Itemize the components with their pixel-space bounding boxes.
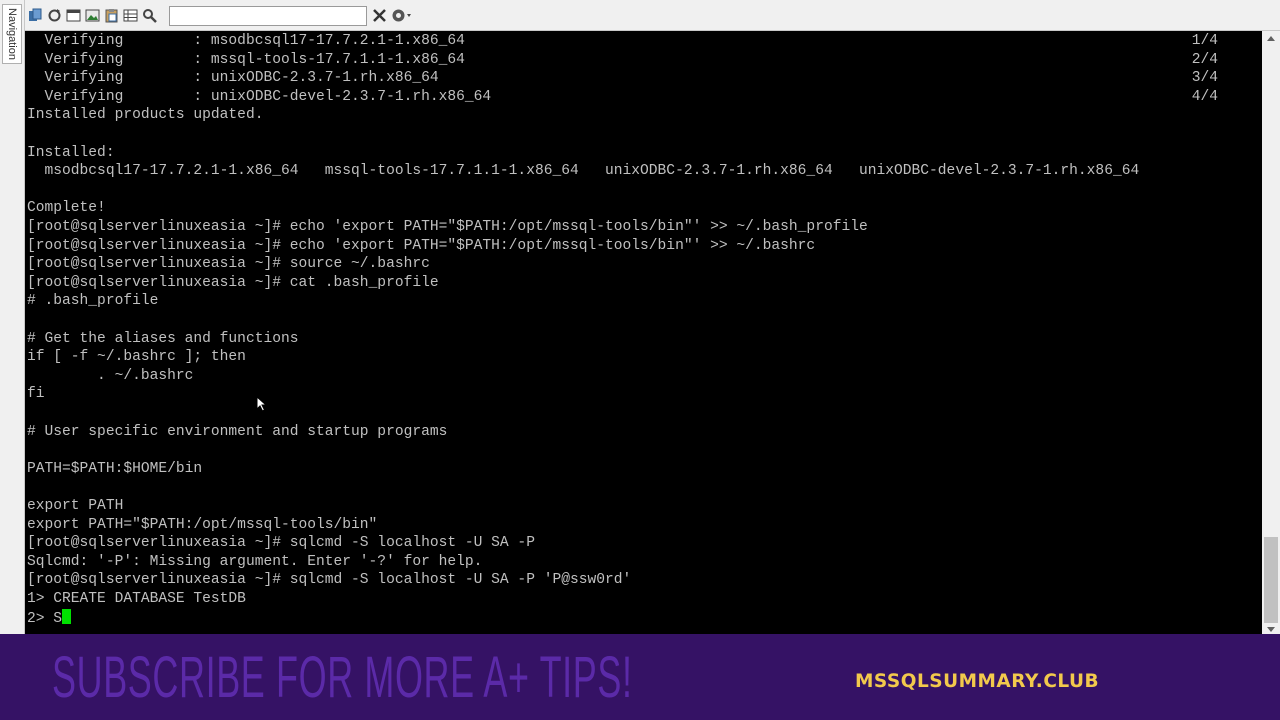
terminal-line: . ~/.bashrc [27, 367, 194, 384]
terminal-line: if [ -f ~/.bashrc ]; then [27, 349, 246, 366]
terminal-line: msodbcsql17-17.7.2.1-1.x86_64 mssql-tool… [27, 163, 1140, 180]
terminal-line: [root@sqlserverlinuxeasia ~]# sqlcmd -S … [27, 535, 535, 552]
refresh-icon[interactable] [46, 7, 63, 24]
copy-icon[interactable] [27, 7, 44, 24]
promo-banner: SUBSCRIBE FOR MORE A+ TIPS! MSSQLSUMMARY… [0, 634, 1280, 720]
terminal-line: Verifying : msodbcsql17-17.7.2.1-1.x86_6… [27, 33, 1219, 49]
scroll-up-icon[interactable] [1267, 36, 1275, 41]
grid-icon[interactable] [122, 7, 139, 24]
search-icon[interactable] [141, 7, 158, 24]
terminal-line: [root@sqlserverlinuxeasia ~]# echo 'expo… [27, 237, 816, 254]
subscribe-text: SUBSCRIBE FOR MORE A+ TIPS! [52, 645, 633, 710]
site-url-text: MSSQLSUMMARY.CLUB [855, 671, 1100, 692]
text-cursor [62, 608, 72, 624]
terminal-line: export PATH [27, 498, 124, 514]
toolbar [0, 0, 1280, 31]
open-window-icon[interactable] [65, 7, 82, 24]
terminal-line: fi [27, 386, 45, 403]
terminal-line: [root@sqlserverlinuxeasia ~]# source ~/.… [27, 256, 430, 273]
navigation-label: Navigation [6, 8, 19, 60]
terminal-line: # Get the aliases and functions [27, 330, 299, 347]
paste-icon[interactable] [103, 7, 120, 24]
close-icon[interactable] [371, 7, 388, 24]
terminal-line: export PATH="$PATH:/opt/mssql-tools/bin" [27, 516, 378, 533]
terminal-line: Verifying : mssql-tools-17.7.1.1-1.x86_6… [27, 51, 1219, 68]
navigation-tab[interactable]: Navigation [2, 4, 22, 64]
toolbar-icons [27, 7, 158, 24]
terminal-line: 1> CREATE DATABASE TestDB [27, 591, 246, 607]
terminal-line: 2> S [27, 608, 72, 628]
terminal-line: Installed products updated. [27, 107, 264, 124]
terminal-line: Verifying : unixODBC-2.3.7-1.rh.x86_64 3… [27, 70, 1219, 87]
image-icon[interactable] [84, 7, 101, 24]
terminal-line: Sqlcmd: '-P': Missing argument. Enter '-… [27, 553, 483, 570]
scrollbar-thumb[interactable] [1264, 537, 1278, 623]
terminal-line: Complete! [27, 200, 106, 217]
terminal-line: # User specific environment and startup … [27, 423, 448, 440]
terminal-line: # .bash_profile [27, 293, 159, 310]
mouse-pointer-icon [256, 396, 268, 412]
terminal-line: PATH=$PATH:$HOME/bin [27, 460, 203, 477]
scroll-down-icon[interactable] [1267, 627, 1275, 632]
terminal-line: [root@sqlserverlinuxeasia ~]# sqlcmd -S … [27, 572, 632, 589]
navigation-sidebar: Navigation [0, 0, 25, 634]
terminal-line: [root@sqlserverlinuxeasia ~]# echo 'expo… [27, 219, 868, 235]
search-input[interactable] [169, 6, 367, 26]
terminal-line: Installed: [27, 144, 115, 161]
terminal-line: Verifying : unixODBC-devel-2.3.7-1.rh.x8… [27, 88, 1219, 105]
terminal-output[interactable]: Verifying : msodbcsql17-17.7.2.1-1.x86_6… [25, 31, 1262, 634]
terminal-line: [root@sqlserverlinuxeasia ~]# cat .bash_… [27, 274, 439, 291]
terminal-scrollbar[interactable] [1262, 31, 1280, 634]
gear-icon[interactable] [390, 7, 414, 24]
